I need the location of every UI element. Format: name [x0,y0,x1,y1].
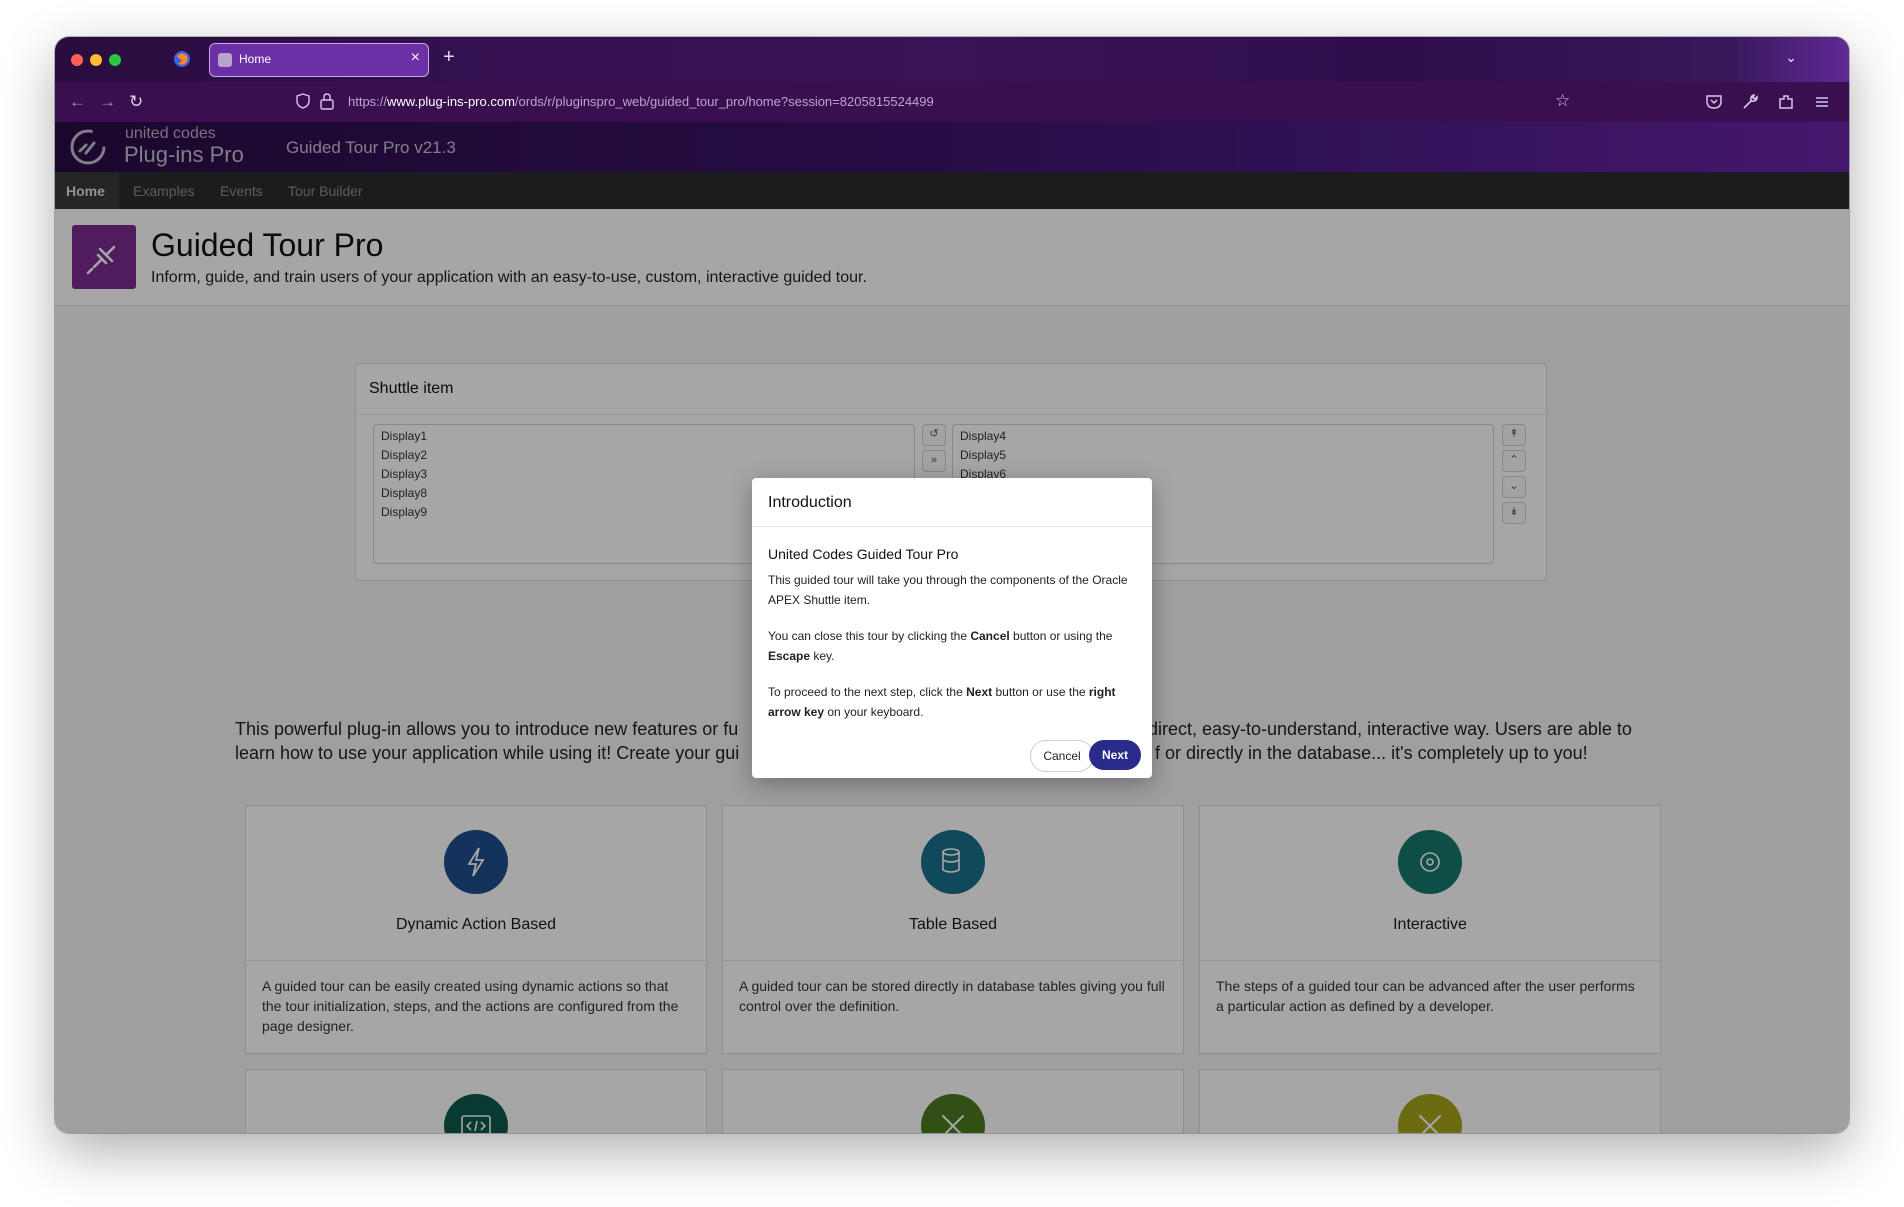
url-prefix: https:// [348,94,388,109]
tab-bar: Home × + ⌄ [55,37,1849,82]
new-tab-button[interactable]: + [443,46,455,69]
tour-dialog: Introduction United Codes Guided Tour Pr… [752,478,1152,778]
dialog-title: Introduction [768,494,852,511]
minimize-window-button[interactable] [90,54,102,66]
tab-close-icon[interactable]: × [411,49,420,67]
text-fragment: You can close this tour by clicking the [768,629,971,643]
extensions-icon[interactable] [1777,93,1795,111]
forward-arrow-icon[interactable]: → [99,92,116,112]
tab-list-area: ⌄ [1737,37,1849,82]
next-keyword: Next [966,685,993,699]
browser-window: Home × + ⌄ ← → ↻ https://www.plug-ins-pr… [55,37,1849,1133]
dialog-paragraph-3: To proceed to the next step, click the N… [768,682,1140,722]
back-arrow-icon[interactable]: ← [69,92,86,112]
pocket-icon[interactable] [1705,93,1723,111]
firefox-icon[interactable] [173,50,191,68]
url-path: /ords/r/pluginspro_web/guided_tour_pro/h… [514,94,934,109]
browser-tab-home[interactable]: Home × [209,43,429,77]
dialog-paragraph-1: This guided tour will take you through t… [768,573,1128,607]
url-field[interactable]: https://www.plug-ins-pro.com/ords/r/plug… [348,94,934,109]
chevron-down-icon[interactable]: ⌄ [1785,49,1797,66]
reload-icon[interactable]: ↻ [129,92,143,112]
text-fragment: on your keyboard. [824,705,924,719]
lock-icon[interactable] [319,92,335,110]
bookmark-star-icon[interactable]: ☆ [1555,91,1570,111]
url-domain: www.plug-ins-pro.com [387,94,515,109]
wrench-toolbar-icon[interactable] [1741,93,1759,111]
escape-keyword: Escape [768,649,811,663]
dialog-paragraph-2: You can close this tour by clicking the … [768,626,1140,666]
cancel-button[interactable]: Cancel [1030,740,1094,772]
text-fragment: To proceed to the next step, click the [768,685,967,699]
dialog-heading: United Codes Guided Tour Pro [768,546,959,562]
tab-title: Home [239,52,272,66]
next-button[interactable]: Next [1089,740,1141,770]
shield-icon[interactable] [295,93,311,109]
text-fragment: button or using the [1009,629,1113,643]
cancel-keyword: Cancel [970,629,1010,643]
close-window-button[interactable] [71,54,83,66]
maximize-window-button[interactable] [109,54,121,66]
dialog-divider [752,526,1152,527]
text-fragment: button or use the [992,685,1089,699]
hamburger-menu-icon[interactable] [1813,93,1831,111]
navigation-toolbar: ← → ↻ https://www.plug-ins-pro.com/ords/… [55,82,1849,122]
text-fragment: key. [810,649,835,663]
tab-favicon-icon [218,53,232,67]
